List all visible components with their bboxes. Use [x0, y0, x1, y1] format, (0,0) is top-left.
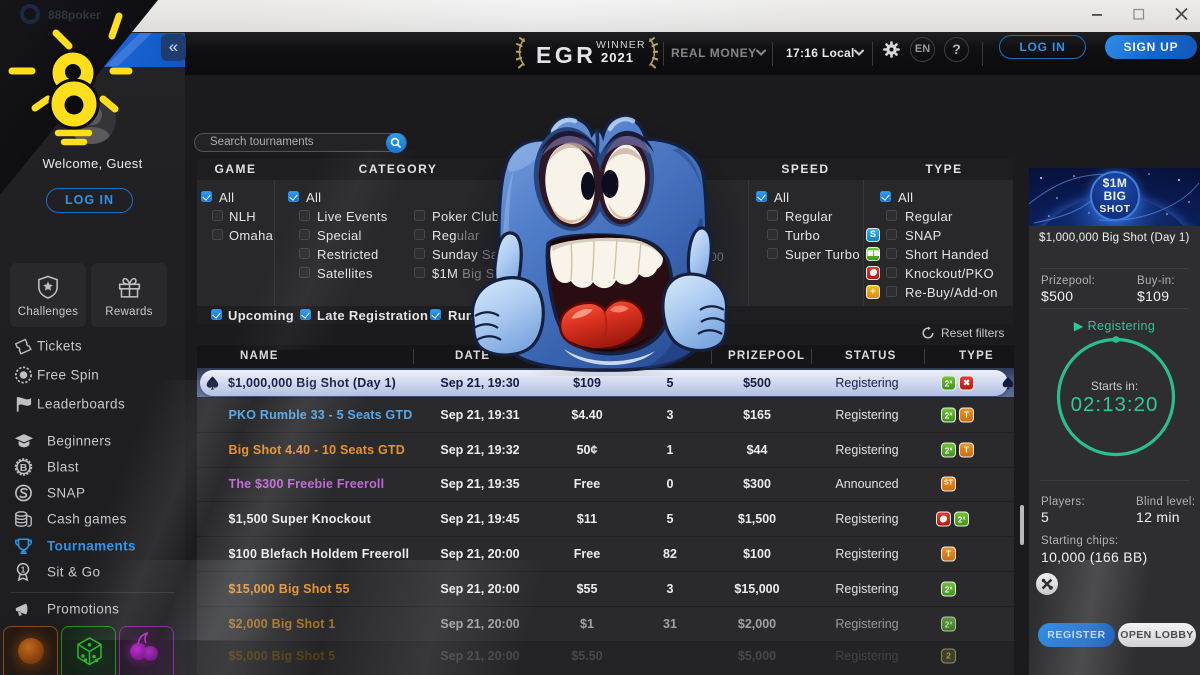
svg-text:888poker: 888poker — [48, 8, 101, 22]
svg-text:1: 1 — [21, 565, 26, 574]
svg-text:B: B — [20, 463, 28, 474]
svg-text:2021: 2021 — [601, 50, 634, 65]
svg-text:EGR: EGR — [536, 42, 596, 68]
